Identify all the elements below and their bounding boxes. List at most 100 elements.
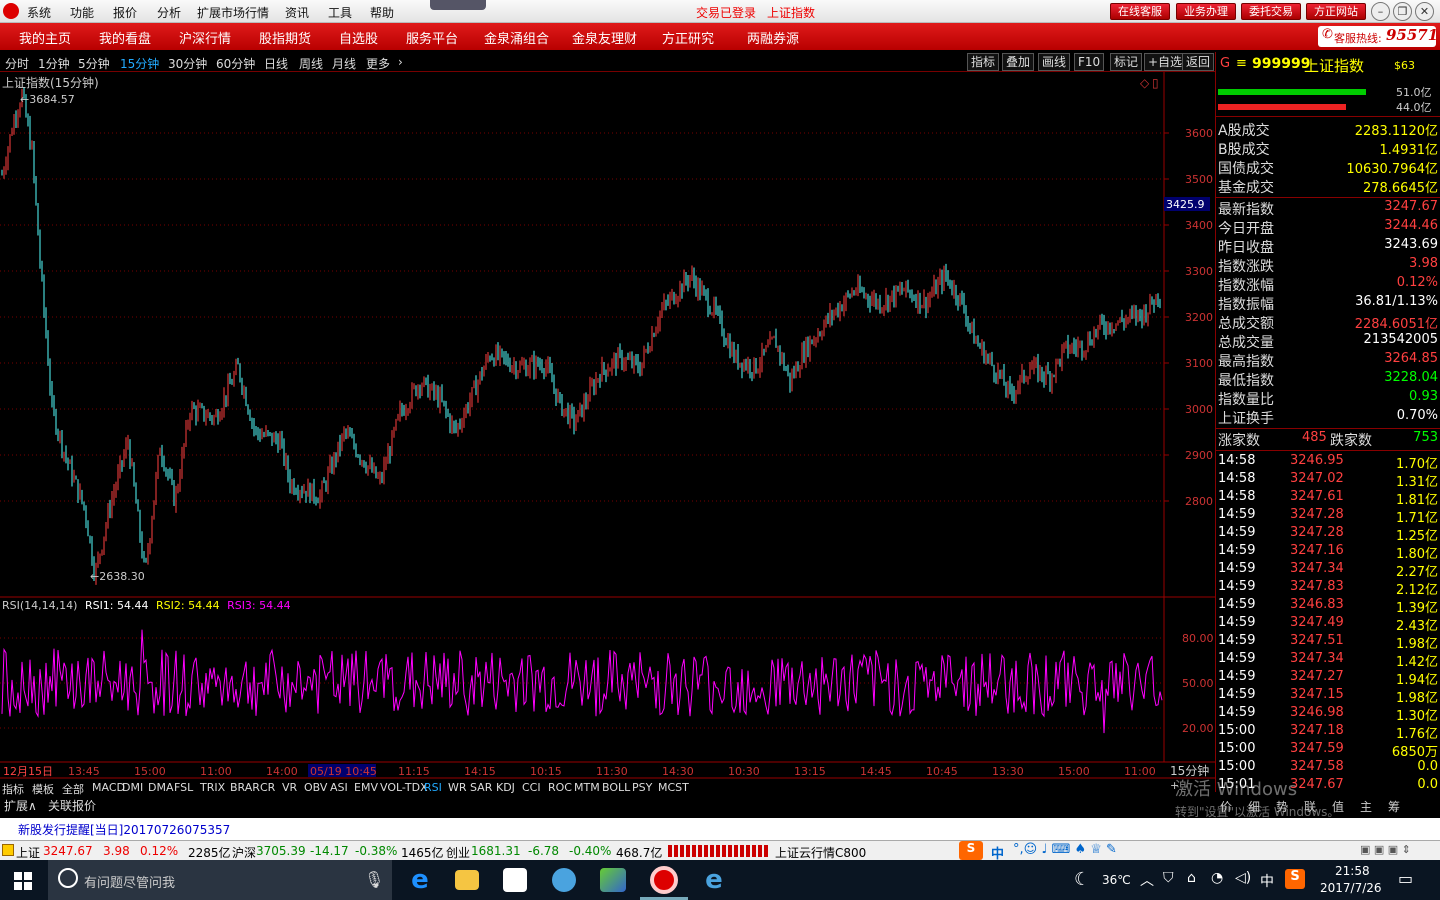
menu-item-function[interactable]: 功能	[70, 4, 94, 21]
indicator-tab[interactable]: DMI	[122, 781, 143, 794]
indicator-tab[interactable]: 指标	[2, 781, 24, 797]
website-button[interactable]: 方正网站	[1306, 3, 1366, 20]
edge-icon[interactable]: e	[406, 866, 434, 894]
period-30min[interactable]: 30分钟	[168, 55, 207, 72]
store-icon[interactable]	[503, 868, 527, 892]
indicator-tab[interactable]: FSL	[174, 781, 193, 794]
indicator-tab[interactable]: BOLL	[602, 781, 630, 794]
kline-chart-area[interactable]: 3600 3500 3400 3300 3200 3100 3000 2900 2800 80.…	[0, 72, 1215, 792]
menu-icon[interactable]: ≡	[1236, 56, 1247, 71]
nav-my-watch[interactable]: 我的看盘	[99, 28, 151, 47]
indicator-tab[interactable]: RSI	[424, 781, 442, 794]
menu-item-system[interactable]: 系统	[27, 4, 51, 21]
indicator-tab[interactable]: KDJ	[496, 781, 515, 794]
nav-service[interactable]: 服务平台	[406, 28, 458, 47]
nav-futures[interactable]: 股指期货	[259, 28, 311, 47]
menu-item-tools[interactable]: 工具	[328, 4, 352, 21]
tool-back-button[interactable]: 返回	[1182, 53, 1215, 71]
period-monthly[interactable]: 月线	[332, 55, 356, 72]
diamond-icon[interactable]: ◇	[1140, 76, 1150, 90]
nav-home[interactable]: 我的主页	[19, 28, 71, 47]
period-5min[interactable]: 5分钟	[78, 55, 110, 72]
sogou-icon[interactable]: S	[959, 841, 983, 860]
drag-handle[interactable]	[430, 0, 486, 10]
taskbar-ime[interactable]: 中	[1260, 871, 1274, 891]
indicator-tab[interactable]: VOL-TDX	[380, 781, 428, 794]
expand-button[interactable]: 扩展∧	[4, 797, 37, 814]
indicator-tab[interactable]: SAR	[470, 781, 492, 794]
menu-item-news[interactable]: 资讯	[285, 4, 309, 21]
notice-link[interactable]: 新股发行提醒[当日]20170726075357	[18, 821, 230, 838]
defender-icon[interactable]: ⛉	[1163, 870, 1174, 886]
tool-mark-button[interactable]: 标记	[1110, 53, 1143, 71]
indicator-tab[interactable]: TRIX	[200, 781, 225, 794]
nav-watchlist[interactable]: 自选股	[339, 28, 378, 47]
app-green-icon[interactable]	[600, 868, 626, 892]
minimize-icon[interactable]: –	[1371, 2, 1390, 21]
indicator-tab[interactable]: ROC	[548, 781, 572, 794]
ie-icon[interactable]: e	[700, 866, 728, 894]
chevron-right-icon[interactable]: ›	[398, 55, 403, 69]
period-60min[interactable]: 60分钟	[216, 55, 255, 72]
close-icon[interactable]: ✕	[1415, 2, 1434, 21]
business-button[interactable]: 业务办理	[1176, 3, 1236, 20]
tray-chevron-icon[interactable]: ︿	[1140, 870, 1154, 890]
microphone-icon[interactable]: 🎙	[364, 870, 384, 889]
windows-start-icon[interactable]	[14, 872, 32, 890]
indicator-tab[interactable]: BRAR	[230, 781, 260, 794]
period-timeshare[interactable]: 分时	[5, 55, 29, 72]
tool-indicator-button[interactable]: 指标	[967, 53, 1000, 71]
related-quote-button[interactable]: 关联报价	[48, 797, 96, 814]
indicator-tab[interactable]: 模板	[32, 781, 54, 797]
indicator-tab[interactable]: DMA	[148, 781, 174, 794]
menu-item-ext-market[interactable]: 扩展市场行情	[197, 4, 269, 21]
clock-date[interactable]: 2017/7/26	[1320, 881, 1382, 895]
indicator-tab[interactable]: 全部	[62, 781, 84, 797]
weather-moon-icon[interactable]: ☾	[1074, 869, 1090, 890]
nav-market[interactable]: 沪深行情	[179, 28, 231, 47]
cloud-quote[interactable]: 上证云行情C800	[775, 844, 866, 861]
network-icon[interactable]: ⌂	[1187, 870, 1196, 886]
indicator-tab[interactable]: PSY	[632, 781, 652, 794]
founder-app-icon[interactable]	[650, 866, 678, 894]
ie-browser-icon[interactable]	[552, 868, 576, 892]
restore-icon[interactable]: ❐	[1393, 2, 1412, 21]
menu-item-quote[interactable]: 报价	[113, 4, 137, 21]
clock-time[interactable]: 21:58	[1335, 864, 1370, 878]
layout-icon[interactable]: ▯	[1152, 76, 1159, 90]
online-service-button[interactable]: 在线客服	[1110, 3, 1170, 20]
indicator-tab[interactable]: OBV	[304, 781, 327, 794]
ime-toolbar[interactable]: S 中 °,☺ ♩ ⌨ ♠ ♕ ✎	[957, 841, 1162, 862]
indicator-tab[interactable]: MCST	[658, 781, 689, 794]
sogou-tray-icon[interactable]: S	[1285, 869, 1305, 889]
period-15min[interactable]: 15分钟	[120, 55, 159, 72]
tool-overlay-button[interactable]: 叠加	[1002, 53, 1035, 71]
menu-item-help[interactable]: 帮助	[370, 4, 394, 21]
indicator-tab[interactable]: CCI	[522, 781, 541, 794]
tool-f10-button[interactable]: F10	[1074, 53, 1105, 71]
nav-margin[interactable]: 两融券源	[747, 28, 799, 47]
indicator-tab[interactable]: WR	[448, 781, 467, 794]
search-placeholder[interactable]: 有问题尽管问我	[84, 872, 175, 891]
menu-item-analysis[interactable]: 分析	[157, 4, 181, 21]
period-weekly[interactable]: 周线	[299, 55, 323, 72]
indicator-tab[interactable]: ASI	[330, 781, 348, 794]
notification-icon[interactable]: ▭	[1398, 869, 1413, 888]
ime-tools-icon[interactable]: °,☺ ♩ ⌨ ♠ ♕ ✎	[1013, 842, 1117, 857]
trade-button[interactable]: 委托交易	[1241, 3, 1301, 20]
indicator-tab[interactable]: MTM	[574, 781, 600, 794]
indicator-tab[interactable]: VR	[282, 781, 297, 794]
volume-icon[interactable]: ◁)	[1235, 870, 1251, 886]
tool-add-watch-button[interactable]: +自选	[1144, 53, 1187, 71]
wifi-icon[interactable]: ◔	[1211, 870, 1223, 886]
file-explorer-icon[interactable]	[455, 870, 479, 890]
nav-portfolio[interactable]: 金泉涌组合	[484, 28, 549, 47]
indicator-tab[interactable]: CR	[260, 781, 275, 794]
period-1min[interactable]: 1分钟	[38, 55, 70, 72]
cortana-search[interactable]: 有问题尽管问我 🎙	[48, 860, 392, 900]
weather-temp[interactable]: 36℃	[1102, 873, 1131, 887]
tray-mini-icons[interactable]: ▣ ▣ ▣ ⇕	[1360, 843, 1411, 856]
tool-draw-button[interactable]: 画线	[1038, 53, 1071, 71]
indicator-tab[interactable]: MACD	[92, 781, 125, 794]
nav-finance[interactable]: 金泉友理财	[572, 28, 637, 47]
